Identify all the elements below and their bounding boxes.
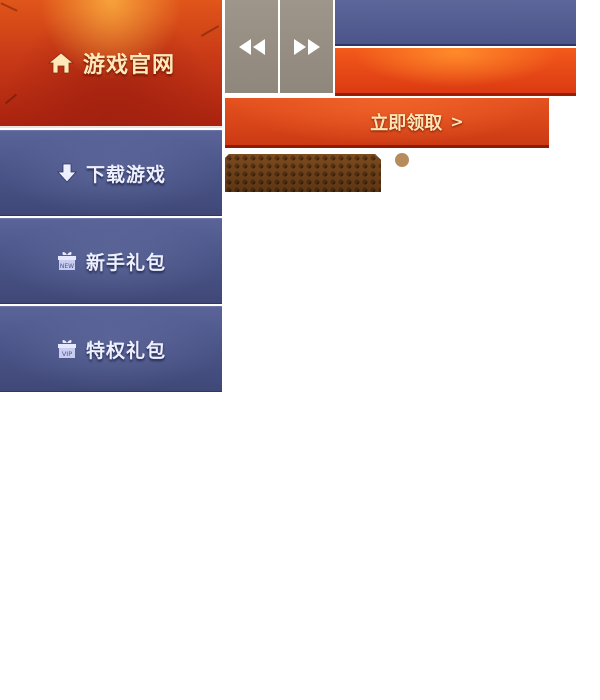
home-icon — [47, 51, 75, 75]
new-badge-text: NEW — [60, 263, 74, 270]
claim-now-button[interactable]: 立即领取 > — [225, 98, 549, 148]
fast-forward-icon — [293, 38, 320, 55]
download-game-label: 下载游戏 — [85, 163, 166, 186]
rewind-icon — [238, 38, 265, 55]
new-gift-icon: NEW — [56, 250, 78, 272]
next-button[interactable] — [280, 0, 333, 93]
download-arrow-icon — [56, 162, 78, 184]
chevron-right-icon: > — [450, 112, 464, 131]
texture-crack — [4, 93, 18, 105]
official-site-button[interactable]: 游戏官网 — [0, 0, 222, 128]
blue-bar-sprite — [335, 0, 576, 46]
vip-badge-text: VIP — [62, 350, 72, 358]
texture-crack — [0, 2, 18, 12]
indicator-dot — [395, 153, 409, 167]
newbie-gift-button[interactable]: NEW 新手礼包 — [0, 218, 222, 304]
claim-now-label: 立即领取 — [370, 112, 443, 134]
vip-gift-label: 特权礼包 — [85, 339, 166, 362]
prev-button[interactable] — [225, 0, 278, 93]
newbie-gift-label: 新手礼包 — [85, 251, 166, 274]
official-site-label: 游戏官网 — [82, 53, 175, 78]
vip-gift-button[interactable]: VIP 特权礼包 — [0, 306, 222, 392]
vip-gift-icon: VIP — [56, 338, 78, 360]
texture-crack — [200, 25, 220, 37]
download-game-button[interactable]: 下载游戏 — [0, 130, 222, 216]
orange-bar-sprite — [335, 48, 576, 96]
hex-texture-tab — [225, 154, 381, 192]
